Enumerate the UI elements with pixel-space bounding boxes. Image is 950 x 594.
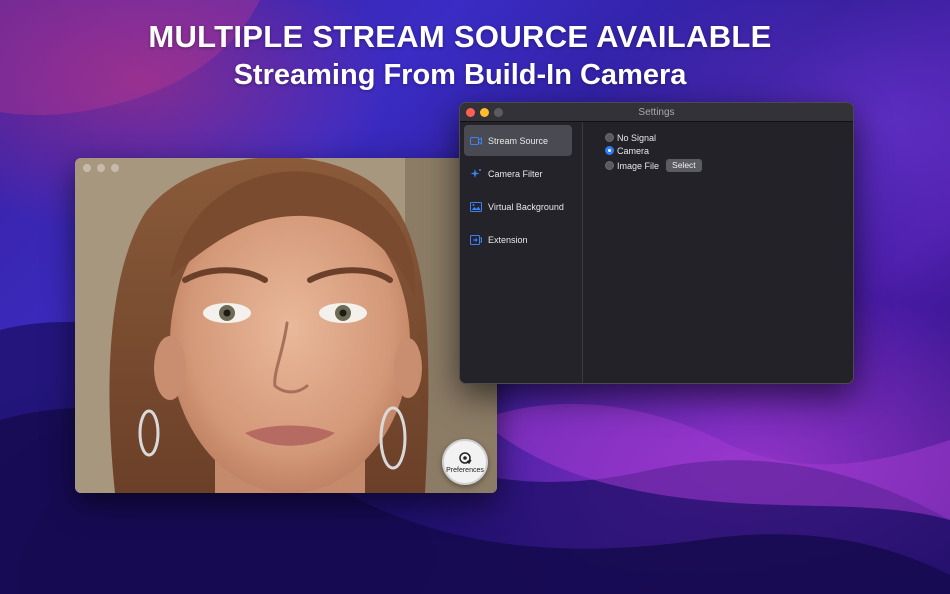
settings-window: Settings Stream Source Camera Filter Vir…	[459, 102, 854, 384]
sidebar-item-label: Stream Source	[488, 135, 549, 146]
option-image-file[interactable]: Image File Select	[605, 159, 702, 172]
sidebar-item-stream-source[interactable]: Stream Source	[464, 125, 572, 156]
sidebar-item-label: Camera Filter	[488, 168, 543, 179]
preferences-gear-icon	[459, 451, 472, 464]
stream-source-panel: No Signal Camera Image File Select	[584, 122, 853, 383]
camera-window-controls	[83, 164, 119, 172]
sidebar-item-label: Extension	[488, 234, 528, 245]
sidebar-item-virtual-background[interactable]: Virtual Background	[464, 191, 572, 222]
sidebar-item-camera-filter[interactable]: Camera Filter	[464, 158, 572, 189]
headline: MULTIPLE STREAM SOURCE AVAILABLE Streami…	[0, 18, 920, 94]
image-icon	[470, 201, 482, 213]
radio-image-file[interactable]	[605, 161, 614, 170]
close-dot[interactable]	[83, 164, 91, 172]
headline-subtitle: Streaming From Build-In Camera	[233, 59, 687, 91]
sidebar-item-label: Virtual Background	[488, 201, 564, 212]
select-image-button[interactable]: Select	[666, 159, 702, 172]
minimize-dot[interactable]	[97, 164, 105, 172]
option-label: Image File	[617, 160, 660, 171]
preferences-button[interactable]: Preferences	[442, 439, 488, 485]
headline-title: MULTIPLE STREAM SOURCE AVAILABLE	[148, 19, 772, 54]
radio-no-signal[interactable]	[605, 133, 614, 142]
camera-feed-image	[75, 158, 497, 493]
option-label: No Signal	[617, 132, 657, 143]
sidebar-item-extension[interactable]: Extension	[464, 224, 572, 255]
option-no-signal[interactable]: No Signal	[605, 131, 656, 144]
option-camera[interactable]: Camera	[605, 144, 649, 157]
option-label: Camera	[617, 145, 650, 156]
maximize-dot[interactable]	[111, 164, 119, 172]
settings-titlebar: Settings	[460, 103, 853, 122]
camera-preview-window: Preferences	[75, 158, 497, 493]
preferences-label: Preferences	[446, 466, 484, 474]
settings-sidebar: Stream Source Camera Filter Virtual Back…	[460, 122, 583, 383]
window-title: Settings	[638, 107, 675, 118]
camera-icon	[470, 135, 482, 147]
extension-icon	[470, 234, 482, 246]
radio-camera[interactable]	[605, 146, 614, 155]
sparkle-icon	[470, 168, 482, 180]
